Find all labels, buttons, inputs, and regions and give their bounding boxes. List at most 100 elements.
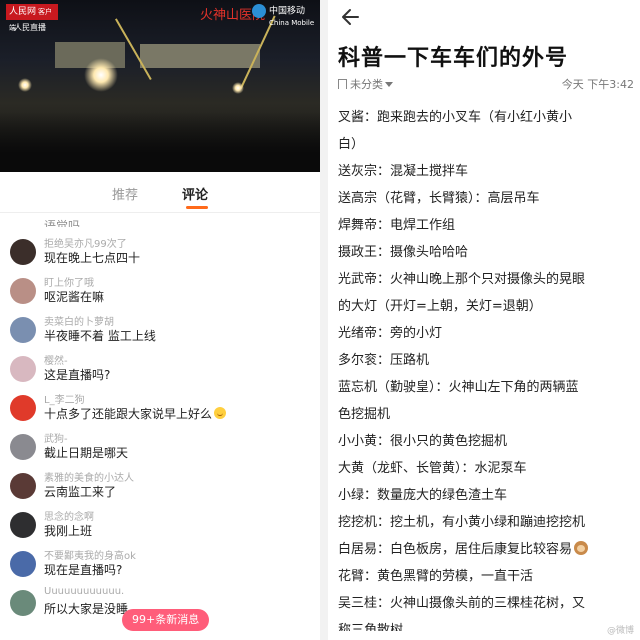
article-line: 吴三桂：火神山摄像头前的三棵桂花树，又 [338, 590, 634, 617]
article-line-text: 叉酱：跑来跑去的小叉车（有小红小黄小 [338, 110, 573, 125]
category-dropdown[interactable]: 未分类 [338, 76, 393, 92]
article-line-text: 吴三桂：火神山摄像头前的三棵桂花树，又 [338, 596, 586, 611]
comment-text: 所以大家是没睡 [44, 600, 128, 617]
avatar[interactable] [10, 590, 36, 616]
panel-divider [320, 0, 328, 640]
comment-item: 思念的念啊 我刚上班 [8, 508, 308, 546]
comment-text-content: 呕泥酱在嘛 [44, 290, 105, 304]
comment-text-content: 我刚上班 [44, 524, 93, 538]
comment-text: 我刚上班 [44, 522, 92, 539]
comment-item: 拒绝吴亦凡99次了 现在晚上七点四十 [8, 235, 308, 273]
article-time: 今天 下午3:42 [561, 78, 634, 91]
comment-text-content: 所以大家是没睡 [44, 602, 129, 616]
article-line: 蓝忘机（勤驶皇）：火神山左下角的两辆蓝 [338, 374, 634, 401]
avatar[interactable] [10, 356, 36, 382]
article-line: 焊舞帝：电焊工作组 [338, 212, 634, 239]
comment-text-content: 半夜睡不着 监工上线 [44, 329, 156, 343]
article-line-text: 白居易：白色板房，居住后康复比较容易 [338, 542, 573, 557]
article-line-text: 白） [338, 137, 365, 152]
article-panel: 科普一下车车们的外号 未分类 今天 下午3:42 叉酱：跑来跑去的小叉车（有小红… [328, 0, 640, 640]
article-line-text: 小小黄：很小只的黄色挖掘机 [338, 434, 508, 449]
comment-text-content: 现在是直播吗? [44, 563, 123, 577]
article-line: 小绿：数量庞大的绿色渣土车 [338, 482, 634, 509]
weibo-watermark: @微博 [606, 626, 634, 636]
comment-text: 这是直播吗? [44, 366, 110, 383]
article-line-text: 挖挖机：挖土机，有小黄小绿和蹦迪挖挖机 [338, 515, 586, 530]
comment-username[interactable]: 素雅的美食的小达人 [44, 469, 134, 484]
comment-text-content: 截止日期是哪天 [44, 446, 129, 460]
comment-text: 云南监工来了 [44, 483, 116, 500]
comment-username[interactable]: 武狗- [44, 430, 68, 445]
clipped-comment-text: 语觉吗 [44, 219, 81, 227]
comment-item: 不要鄙夷我的身高ok 现在是直播吗? [8, 547, 308, 585]
article-line: 光绪帝：旁的小灯 [338, 320, 634, 347]
avatar[interactable] [10, 551, 36, 577]
comment-text: 半夜睡不着 监工上线 [44, 327, 156, 344]
article-line-text: 大黄（龙虾、长管黄）：水泥泵车 [338, 461, 527, 476]
comment-item: 素雅的美食的小达人 云南监工来了 [8, 469, 308, 507]
live-stream-panel: 人民网 客户端 人民直播 火神山医院 中国移动 China Mobile 推荐 评… [0, 0, 320, 640]
comment-text: 呕泥酱在嘛 [44, 288, 104, 305]
article-line: 送灰宗：混凝土搅拌车 [338, 158, 634, 185]
comment-item: 武狗- 截止日期是哪天 [8, 430, 308, 468]
article-line: 送高宗（花臂，长臂猿）：高层吊车 [338, 185, 634, 212]
avatar[interactable] [10, 317, 36, 343]
live-video[interactable]: 人民网 客户端 人民直播 火神山医院 中国移动 China Mobile [0, 0, 320, 172]
comment-text: 现在晚上七点四十 [44, 249, 140, 266]
chevron-down-icon [385, 82, 393, 87]
article-line-text: 光绪帝：旁的小灯 [338, 326, 443, 341]
article-line-text: 送灰宗：混凝土搅拌车 [338, 164, 469, 179]
article-body: 叉酱：跑来跑去的小叉车（有小红小黄小 白） 送灰宗：混凝土搅拌车送高宗（花臂，长臂猿… [338, 104, 634, 631]
article-line-text: 送高宗（花臂，长臂猿）：高层吊车 [338, 191, 540, 206]
video-light [232, 82, 244, 94]
comment-text-content: 十点多了还能跟大家说早上好么 [44, 407, 213, 421]
comment-list[interactable]: 语觉吗 拒绝吴亦凡99次了 现在晚上七点四十 盯上你了哦 呕泥酱在嘛卖菜白的卜萝胡 半夜… [0, 213, 320, 640]
rmw-logo: 人民网 客户端 [6, 4, 58, 32]
article-line-text: 摄政王：摄像头哈哈哈 [338, 245, 469, 260]
comment-username[interactable]: 盯上你了哦 [44, 274, 94, 289]
china-mobile-icon [252, 4, 266, 18]
comment-item: 卖菜白的卜萝胡 半夜睡不着 监工上线 [8, 313, 308, 351]
comment-username[interactable]: Uuuuuuuuuuuu. [44, 586, 124, 597]
comment-username[interactable]: 不要鄙夷我的身高ok [44, 547, 136, 562]
comment-text: 现在是直播吗? [44, 561, 122, 578]
avatar[interactable] [10, 473, 36, 499]
article-meta: 未分类 今天 下午3:42 [338, 76, 634, 92]
comment-item: L_李二狗 十点多了还能跟大家说早上好么 [8, 391, 308, 429]
comment-text-content: 现在晚上七点四十 [44, 251, 141, 265]
avatar[interactable] [10, 278, 36, 304]
article-line-text: 称三角散树 [338, 623, 404, 631]
video-light [18, 78, 32, 92]
video-crowd [0, 112, 320, 172]
comment-username[interactable]: 思念的念啊 [44, 508, 94, 523]
comment-text: 十点多了还能跟大家说早上好么 [44, 405, 227, 422]
article-line: 花臂：黄色黑臂的劳模，一直干活 [338, 563, 634, 590]
new-messages-button[interactable]: 99+条新消息 [122, 609, 210, 631]
avatar[interactable] [10, 239, 36, 265]
bookmark-icon [338, 79, 347, 89]
avatar[interactable] [10, 512, 36, 538]
avatar[interactable] [10, 434, 36, 460]
back-arrow-icon[interactable] [338, 4, 364, 30]
china-mobile-logo: 中国移动 China Mobile [252, 4, 314, 28]
article-line-text: 焊舞帝：电焊工作组 [338, 218, 456, 233]
video-building [140, 44, 260, 68]
active-tab-indicator [186, 206, 208, 209]
article-line: 大黄（龙虾、长管黄）：水泥泵车 [338, 455, 634, 482]
comment-username[interactable]: 樱然- [44, 352, 68, 367]
article-line: 的大灯（开灯=上朝，关灯=退朝） [338, 293, 634, 320]
comment-text-content: 这是直播吗? [44, 368, 111, 382]
comment-username[interactable]: L_李二狗 [44, 391, 85, 406]
tab-recommend[interactable]: 推荐 [112, 184, 138, 203]
monkey-emoji-icon [574, 541, 589, 555]
avatar[interactable] [10, 395, 36, 421]
article-line-text: 花臂：黄色黑臂的劳模，一直干活 [338, 569, 534, 584]
comment-username[interactable]: 卖菜白的卜萝胡 [44, 313, 114, 328]
article-line: 小小黄：很小只的黄色挖掘机 [338, 428, 634, 455]
comment-username[interactable]: 拒绝吴亦凡99次了 [44, 235, 127, 250]
video-floodlight [84, 58, 118, 92]
comment-text-content: 云南监工来了 [44, 485, 117, 499]
tab-comments[interactable]: 评论 [182, 184, 208, 203]
article-line: 摄政王：摄像头哈哈哈 [338, 239, 634, 266]
comment-item: 樱然- 这是直播吗? [8, 352, 308, 390]
